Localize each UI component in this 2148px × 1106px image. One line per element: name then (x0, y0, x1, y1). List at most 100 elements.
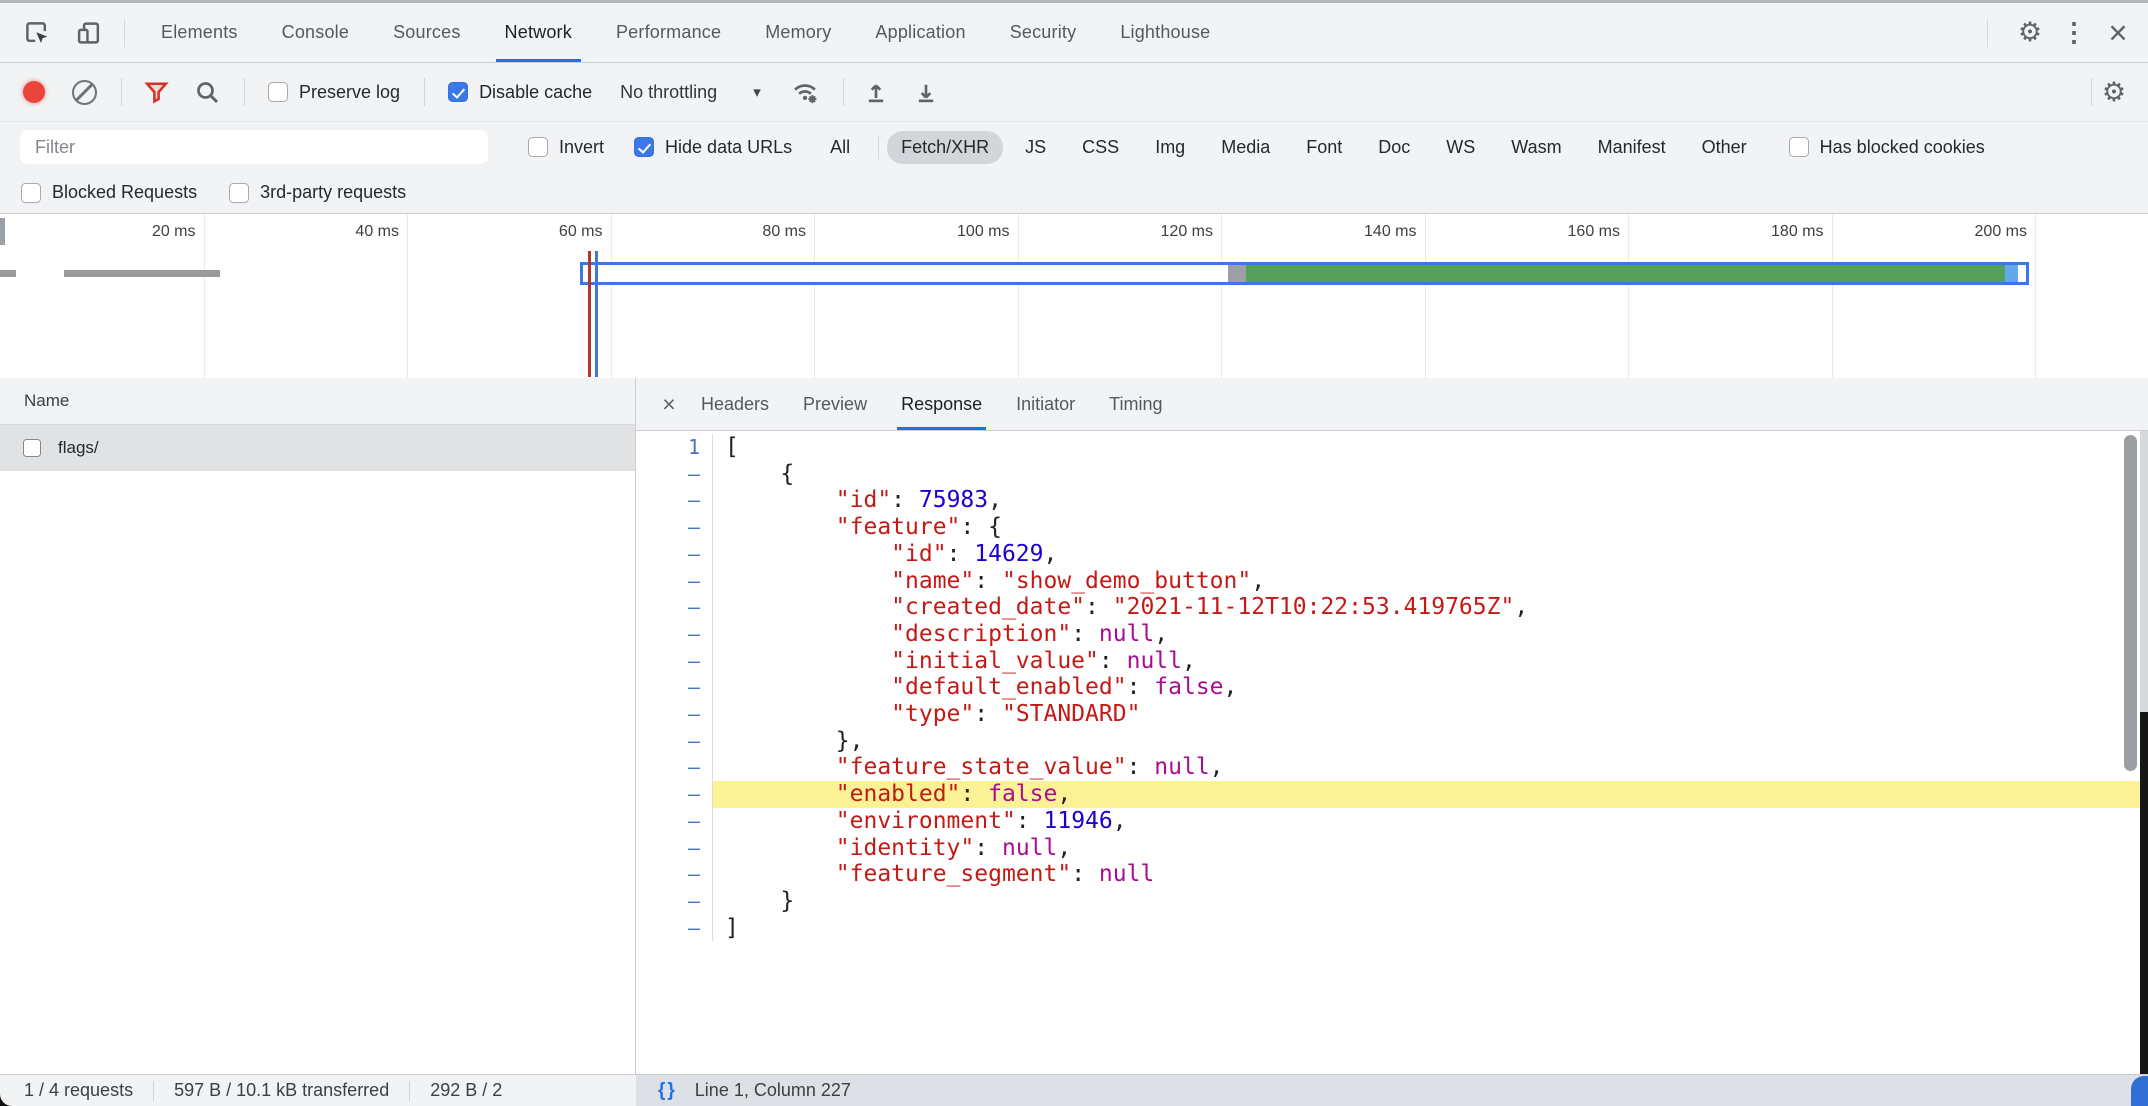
response-viewer[interactable]: 1[– {– "id": 75983,– "feature": {– "id":… (636, 431, 2148, 1074)
fold-toggle[interactable]: – (636, 648, 713, 675)
filter-chip-fetch-xhr[interactable]: Fetch/XHR (887, 131, 1003, 164)
fold-toggle[interactable]: – (636, 808, 713, 835)
gridline (1221, 214, 1222, 378)
code-text: "id": 14629, (713, 541, 2148, 568)
tab-memory[interactable]: Memory (743, 3, 853, 62)
settings-button[interactable]: ⚙ (2008, 11, 2052, 55)
disable-cache-checkbox[interactable] (448, 82, 468, 102)
filter-chip-doc[interactable]: Doc (1364, 131, 1424, 164)
filter-chip-js[interactable]: JS (1011, 131, 1060, 164)
fold-toggle[interactable]: – (636, 541, 713, 568)
separator (1987, 19, 1988, 47)
fold-toggle[interactable]: – (636, 674, 713, 701)
network-settings-button[interactable]: ⚙ (2092, 70, 2136, 114)
tab-elements[interactable]: Elements (139, 3, 260, 62)
fold-toggle[interactable]: – (636, 861, 713, 888)
filter-input[interactable] (20, 130, 488, 164)
detail-tab-timing[interactable]: Timing (1109, 378, 1162, 430)
tab-application[interactable]: Application (853, 3, 987, 62)
has-blocked-cookies-checkbox[interactable] (1789, 137, 1809, 157)
fold-toggle[interactable]: – (636, 754, 713, 781)
network-overview[interactable]: 20 ms40 ms60 ms80 ms100 ms120 ms140 ms16… (0, 214, 2148, 379)
bar-segment-stalled-gray (1228, 265, 1246, 282)
detail-tab-response[interactable]: Response (901, 378, 982, 430)
export-har-button[interactable] (914, 80, 938, 104)
scrollbar-thumb[interactable] (2124, 435, 2137, 771)
blocked-requests-checkbox[interactable] (21, 183, 41, 203)
status-item: 597 B / 10.1 kB transferred (174, 1080, 389, 1101)
search-button[interactable] (195, 80, 220, 105)
response-line: – "feature_state_value": null, (636, 754, 2148, 781)
import-har-button[interactable] (864, 80, 888, 104)
code-text: "feature_state_value": null, (713, 754, 2148, 781)
filter-chip-wasm[interactable]: Wasm (1497, 131, 1575, 164)
fold-toggle[interactable]: – (636, 915, 713, 942)
separator (843, 78, 844, 106)
tab-lighthouse[interactable]: Lighthouse (1098, 3, 1232, 62)
cursor-position: Line 1, Column 227 (695, 1080, 851, 1101)
tabbar-actions: ⚙ ⋮ × (1967, 11, 2148, 55)
inspect-element-button[interactable] (22, 18, 52, 48)
invert-checkbox[interactable] (528, 137, 548, 157)
response-line: – "default_enabled": false, (636, 674, 2148, 701)
detail-tab-preview[interactable]: Preview (803, 378, 867, 430)
filter-chip-font[interactable]: Font (1292, 131, 1356, 164)
separator (244, 78, 245, 106)
filter-chip-all[interactable]: All (816, 131, 864, 164)
requests-summary-bar: 1 / 4 requests 597 B / 10.1 kB transferre… (0, 1074, 636, 1106)
response-line: – "id": 75983, (636, 487, 2148, 514)
filter-toggle-button[interactable] (144, 80, 169, 105)
fold-toggle[interactable]: – (636, 568, 713, 595)
fold-toggle[interactable]: – (636, 728, 713, 755)
event-line-domcontentloaded (588, 251, 591, 377)
chevron-down-icon[interactable]: ▾ (753, 83, 761, 101)
fold-toggle[interactable]: – (636, 461, 713, 488)
filter-chip-img[interactable]: Img (1141, 131, 1199, 164)
filter-chip-ws[interactable]: WS (1432, 131, 1489, 164)
ruler-label: 100 ms (868, 223, 1010, 241)
fold-toggle[interactable]: – (636, 781, 713, 808)
tab-security[interactable]: Security (988, 3, 1099, 62)
network-conditions-button[interactable] (791, 78, 819, 106)
detail-tab-headers[interactable]: Headers (701, 378, 769, 430)
fold-toggle[interactable]: – (636, 621, 713, 648)
filter-chip-css[interactable]: CSS (1068, 131, 1133, 164)
name-column-header[interactable]: Name (0, 378, 635, 425)
fold-toggle[interactable]: – (636, 835, 713, 862)
filter-chip-manifest[interactable]: Manifest (1584, 131, 1680, 164)
filter-chip-media[interactable]: Media (1207, 131, 1284, 164)
device-toolbar-button[interactable] (74, 18, 104, 48)
more-options-button[interactable]: ⋮ (2052, 11, 2096, 55)
fold-toggle[interactable]: – (636, 701, 713, 728)
filter-chip-other[interactable]: Other (1688, 131, 1761, 164)
fold-toggle[interactable]: – (636, 594, 713, 621)
detail-tab-initiator[interactable]: Initiator (1016, 378, 1075, 430)
tab-network[interactable]: Network (483, 3, 594, 62)
close-detail-button[interactable]: × (654, 391, 684, 418)
ruler-label: 160 ms (1478, 223, 1620, 241)
third-party-requests-checkbox[interactable] (229, 183, 249, 203)
tab-console[interactable]: Console (260, 3, 371, 62)
clear-button[interactable] (72, 80, 97, 105)
ruler-label: 20 ms (54, 223, 196, 241)
request-row[interactable]: flags/ (0, 425, 635, 471)
preserve-log-checkbox[interactable] (268, 82, 288, 102)
tab-sources[interactable]: Sources (371, 3, 482, 62)
has-blocked-cookies-label: Has blocked cookies (1820, 137, 1985, 158)
record-button[interactable] (23, 81, 45, 103)
request-checkbox[interactable] (23, 439, 41, 457)
status-item: 1 / 4 requests (24, 1080, 133, 1101)
ruler-label: 200 ms (1885, 223, 2027, 241)
network-main-area: Name flags/ × Headers Preview Response Init… (0, 378, 2148, 1074)
fold-toggle[interactable]: – (636, 514, 713, 541)
gridline (1832, 214, 1833, 378)
close-devtools-button[interactable]: × (2096, 11, 2140, 55)
throttling-select[interactable]: No throttling (620, 82, 717, 103)
overview-left-handle[interactable] (0, 218, 5, 245)
tab-performance[interactable]: Performance (594, 3, 743, 62)
fold-toggle[interactable]: – (636, 487, 713, 514)
hide-data-urls-checkbox[interactable] (634, 137, 654, 157)
pretty-print-icon[interactable]: {} (658, 1080, 677, 1102)
fold-toggle[interactable]: – (636, 888, 713, 915)
ruler-label: 80 ms (664, 223, 806, 241)
